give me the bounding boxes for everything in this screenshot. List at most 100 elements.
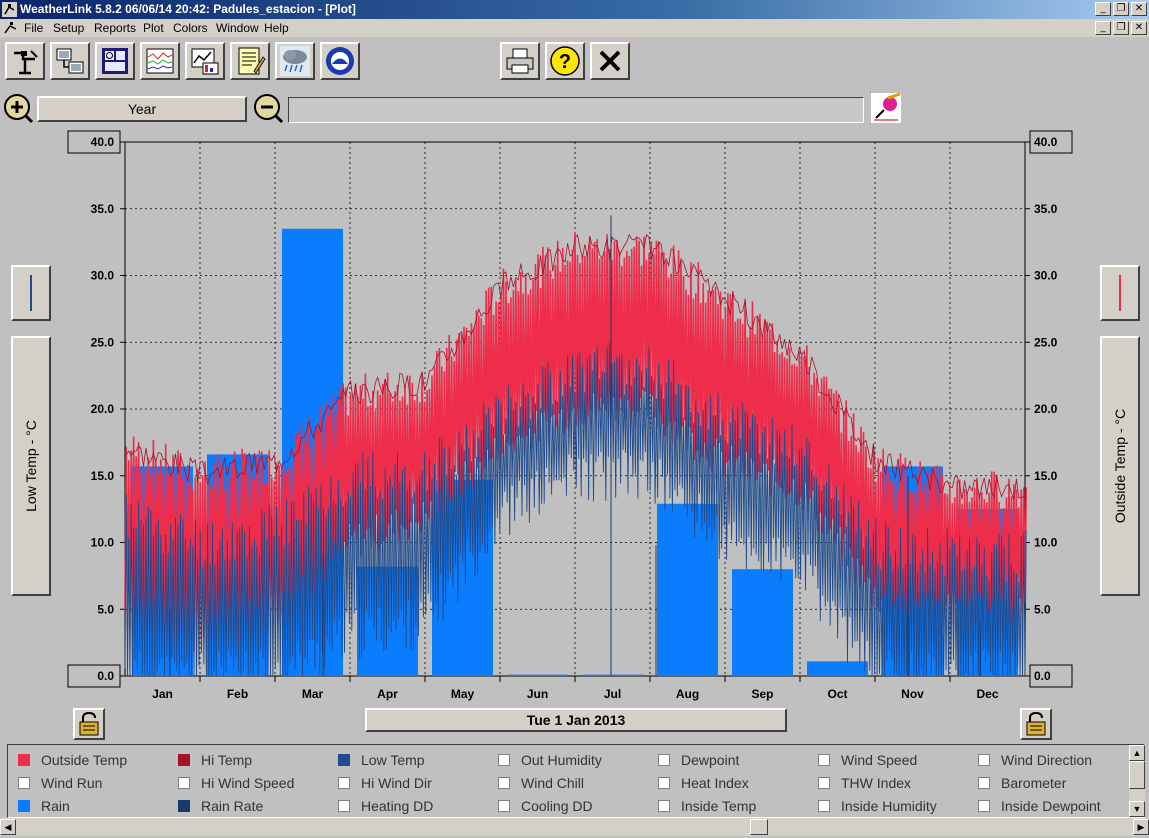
period-button[interactable]: Year [37, 96, 247, 122]
rain-bar [732, 569, 793, 676]
legend-item-inside-dewpoint[interactable]: Inside Dewpoint [978, 797, 1101, 815]
horizontal-scrollbar[interactable]: ◀ ▶ [0, 818, 1149, 836]
legend-checkbox[interactable] [18, 777, 30, 789]
title-bar: WeatherLink 5.8.2 06/06/14 20:42: Padule… [0, 0, 1149, 19]
plot-window-icon[interactable] [3, 20, 19, 36]
menu-window[interactable]: Window [216, 21, 259, 35]
notes-button[interactable] [230, 42, 270, 80]
legend-item-inside-humidity[interactable]: Inside Humidity [818, 797, 937, 815]
close-window-button[interactable]: ✕ [1131, 2, 1147, 16]
legend-item-heating-dd[interactable]: Heating DD [338, 797, 433, 815]
legend-scrollbar[interactable]: ▲ ▼ [1129, 745, 1145, 817]
weatherlink-window: WeatherLink 5.8.2 06/06/14 20:42: Padule… [0, 0, 1149, 838]
connect-station-button[interactable] [50, 42, 90, 80]
legend-item-hi-wind-speed[interactable]: Hi Wind Speed [178, 774, 294, 792]
legend-checkbox[interactable] [178, 777, 190, 789]
legend-checkbox[interactable] [658, 754, 670, 766]
legend-label: Heating DD [361, 798, 434, 814]
legend-checkbox[interactable] [978, 754, 990, 766]
legend-checkbox[interactable] [338, 754, 350, 766]
menu-help[interactable]: Help [264, 21, 289, 35]
left-tick-label: 15.0 [91, 469, 115, 483]
legend-item-barometer[interactable]: Barometer [978, 774, 1066, 792]
legend-item-dewpoint[interactable]: Dewpoint [658, 751, 739, 769]
legend-checkbox[interactable] [658, 777, 670, 789]
menu-file[interactable]: File [24, 21, 43, 35]
scroll-right-icon[interactable]: ▶ [1133, 819, 1149, 835]
range-field[interactable] [288, 97, 864, 123]
scroll-down-icon[interactable]: ▼ [1129, 801, 1145, 817]
legend-item-inside-temp[interactable]: Inside Temp [658, 797, 756, 815]
strip-chart-icon [146, 48, 174, 74]
help-button[interactable]: ? [545, 42, 585, 80]
legend-checkbox[interactable] [978, 777, 990, 789]
legend-checkbox[interactable] [18, 800, 30, 812]
scroll-thumb[interactable] [1129, 761, 1145, 789]
legend-item-hi-wind-dir[interactable]: Hi Wind Dir [338, 774, 432, 792]
legend-item-rain[interactable]: Rain [18, 797, 70, 815]
legend-label: Dewpoint [681, 752, 740, 768]
legend-checkbox[interactable] [338, 777, 350, 789]
weather-station-button[interactable] [5, 42, 45, 80]
scroll-up-icon[interactable]: ▲ [1129, 745, 1145, 761]
mdi-close-button[interactable]: ✕ [1131, 21, 1147, 35]
weather-plot[interactable]: 0.0 0.0 5.0 5.0 10.0 10.0 15.0 15.0 20.0 20.0 25.0… [0, 128, 1149, 740]
legend-item-wind-chill[interactable]: Wind Chill [498, 774, 584, 792]
zoom-out-icon[interactable] [252, 92, 284, 124]
right-lock-button[interactable] [1020, 708, 1052, 740]
zoom-in-icon[interactable] [2, 92, 34, 124]
menu-colors[interactable]: Colors [173, 21, 208, 35]
legend-label: THW Index [841, 775, 912, 791]
pin-tool-icon[interactable] [870, 92, 902, 124]
legend-item-thw-index[interactable]: THW Index [818, 774, 911, 792]
app-icon [2, 2, 17, 17]
plot-date-button[interactable]: Tue 1 Jan 2013 [365, 708, 787, 732]
legend-checkbox[interactable] [178, 754, 190, 766]
noaa-button[interactable] [320, 42, 360, 80]
restore-button[interactable]: ❐ [1113, 2, 1129, 16]
legend-item-out-humidity[interactable]: Out Humidity [498, 751, 602, 769]
hscroll-thumb[interactable] [750, 819, 768, 835]
legend-checkbox[interactable] [818, 777, 830, 789]
minimize-button[interactable]: _ [1095, 2, 1111, 16]
legend-checkbox[interactable] [498, 800, 510, 812]
right-tick-label: 30.0 [1034, 269, 1058, 283]
left-lock-button[interactable] [73, 708, 105, 740]
mdi-minimize-button[interactable]: _ [1095, 21, 1111, 35]
rain-cloud-button[interactable] [275, 42, 315, 80]
legend-item-wind-speed[interactable]: Wind Speed [818, 751, 917, 769]
legend-item-rain-rate[interactable]: Rain Rate [178, 797, 263, 815]
mdi-restore-button[interactable]: ❐ [1113, 21, 1129, 35]
legend-item-wind-run[interactable]: Wind Run [18, 774, 102, 792]
legend-checkbox[interactable] [178, 800, 190, 812]
bulletin-button[interactable] [95, 42, 135, 80]
legend-item-hi-temp[interactable]: Hi Temp [178, 751, 252, 769]
menu-plot[interactable]: Plot [143, 21, 164, 35]
legend-checkbox[interactable] [498, 754, 510, 766]
legend-item-low-temp[interactable]: Low Temp [338, 751, 425, 769]
close-plot-button[interactable] [590, 42, 630, 80]
legend-item-wind-direction[interactable]: Wind Direction [978, 751, 1092, 769]
menu-setup[interactable]: Setup [53, 21, 84, 35]
print-button[interactable] [500, 42, 540, 80]
legend-label: Barometer [1001, 775, 1067, 791]
left-tick-label: 10.0 [91, 536, 115, 550]
right-tick-label: 5.0 [1034, 602, 1051, 616]
legend-checkbox[interactable] [978, 800, 990, 812]
legend-checkbox[interactable] [818, 800, 830, 812]
plot-button[interactable] [185, 42, 225, 80]
strip-chart-button[interactable] [140, 42, 180, 80]
legend-item-outside-temp[interactable]: Outside Temp [18, 751, 127, 769]
svg-text:?: ? [559, 51, 571, 73]
bulletin-icon [102, 48, 128, 74]
legend-item-cooling-dd[interactable]: Cooling DD [498, 797, 593, 815]
legend-checkbox[interactable] [338, 800, 350, 812]
legend-checkbox[interactable] [498, 777, 510, 789]
legend-item-heat-index[interactable]: Heat Index [658, 774, 749, 792]
scroll-left-icon[interactable]: ◀ [0, 819, 16, 835]
legend-checkbox[interactable] [658, 800, 670, 812]
legend-checkbox[interactable] [818, 754, 830, 766]
legend-checkbox[interactable] [18, 754, 30, 766]
menu-reports[interactable]: Reports [94, 21, 136, 35]
left-tick-label: 35.0 [91, 202, 115, 216]
